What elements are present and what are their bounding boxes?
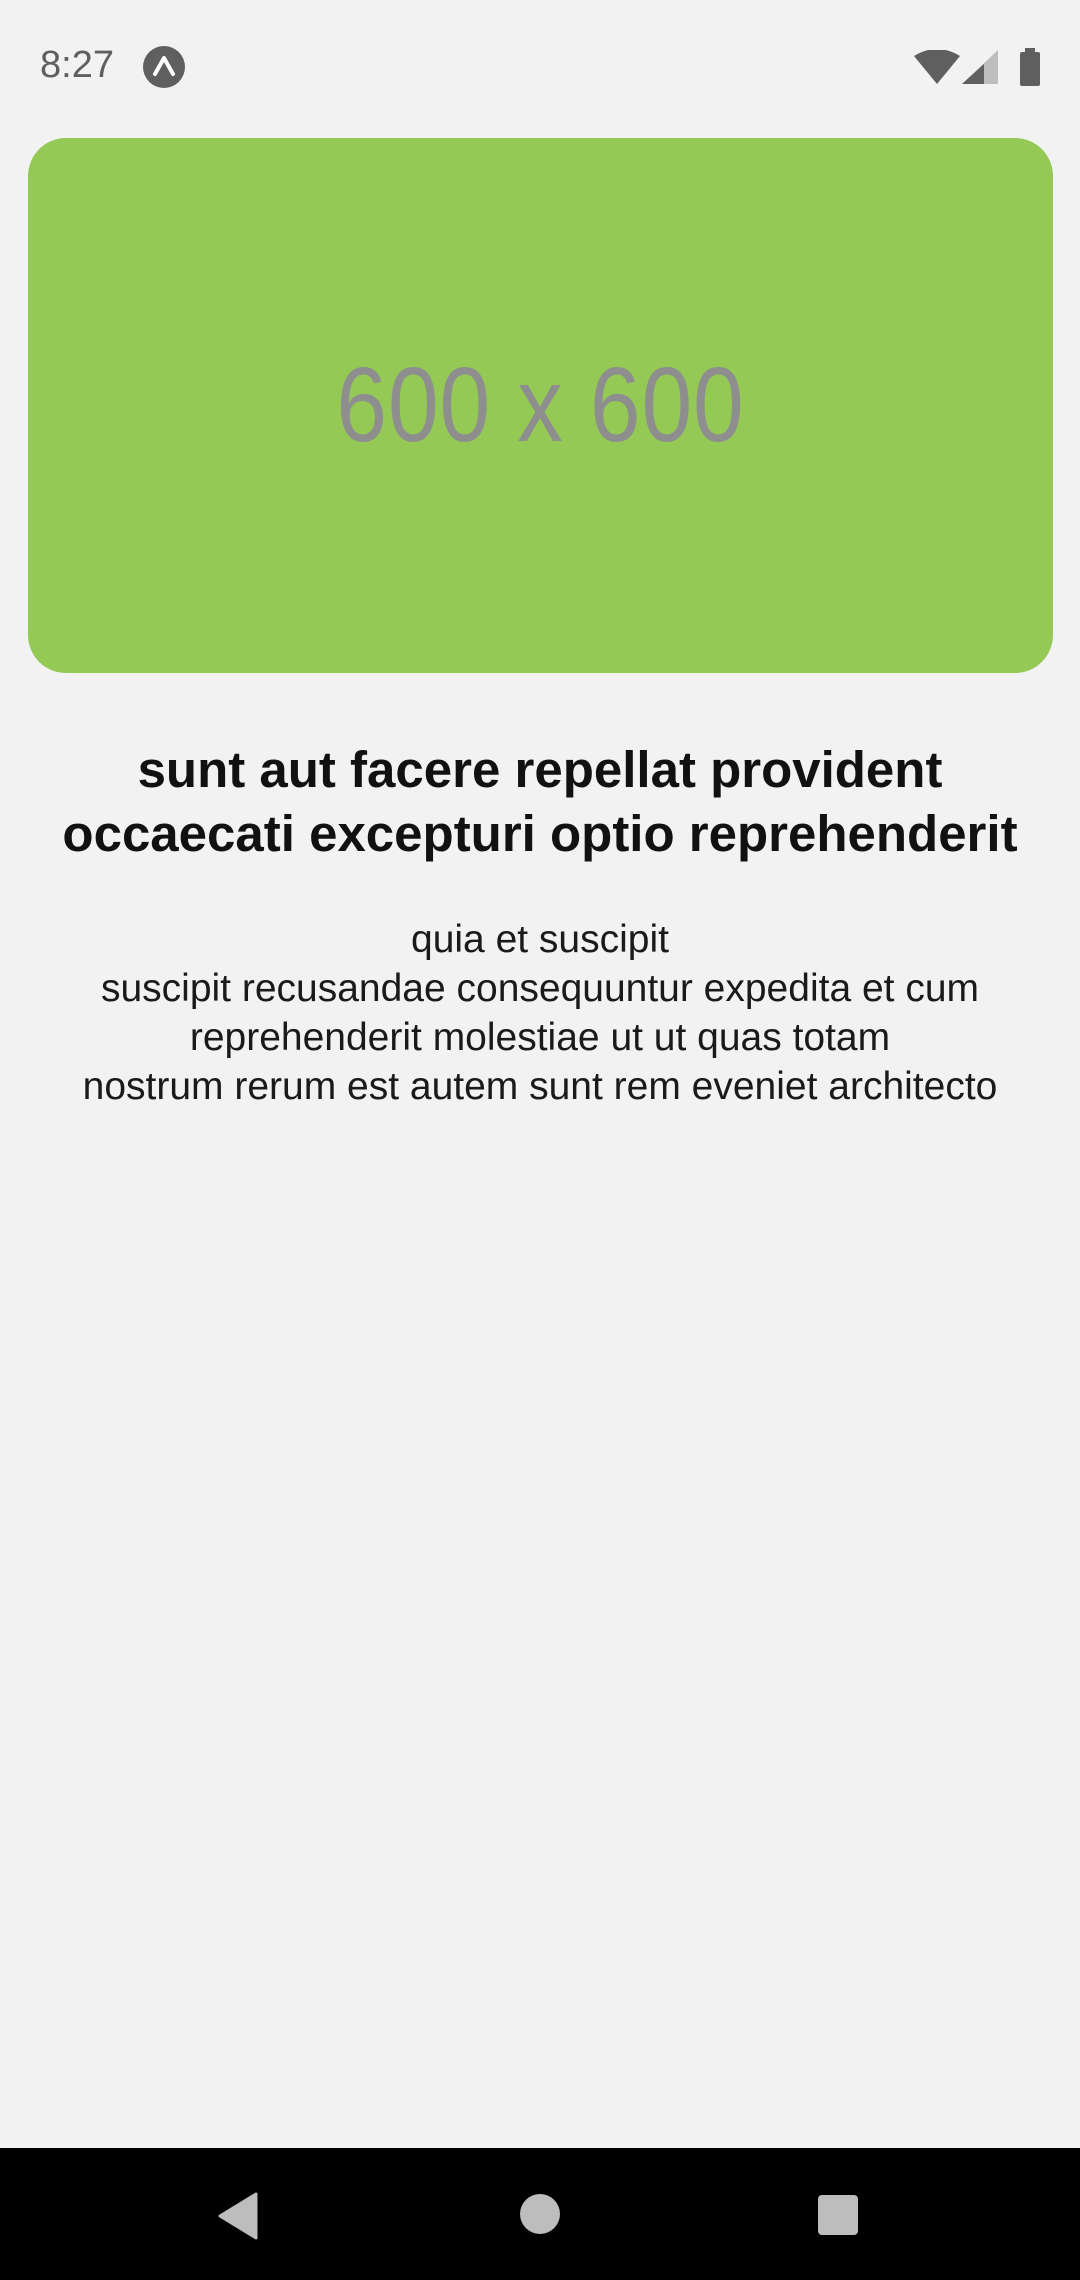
back-triangle-icon[interactable]: [216, 2192, 260, 2245]
battery-icon: [1018, 48, 1042, 91]
home-circle-icon[interactable]: [519, 2193, 561, 2240]
navigation-bar: [0, 2148, 1080, 2280]
wifi-icon: [914, 49, 960, 91]
recents-square-icon[interactable]: [817, 2194, 859, 2241]
expo-icon: [143, 46, 185, 88]
post-body: quia et suscipit suscipit recusandae con…: [82, 918, 998, 1108]
status-time: 8:27: [40, 44, 114, 86]
hero-placeholder-text: 600 x 600: [336, 346, 745, 464]
post-title: sunt aut facere repellat provident occae…: [62, 741, 1018, 862]
status-bar: 8:27: [0, 0, 1080, 136]
cell-signal-icon: [962, 50, 1000, 91]
hero-image-placeholder: 600 x 600: [28, 138, 1053, 673]
